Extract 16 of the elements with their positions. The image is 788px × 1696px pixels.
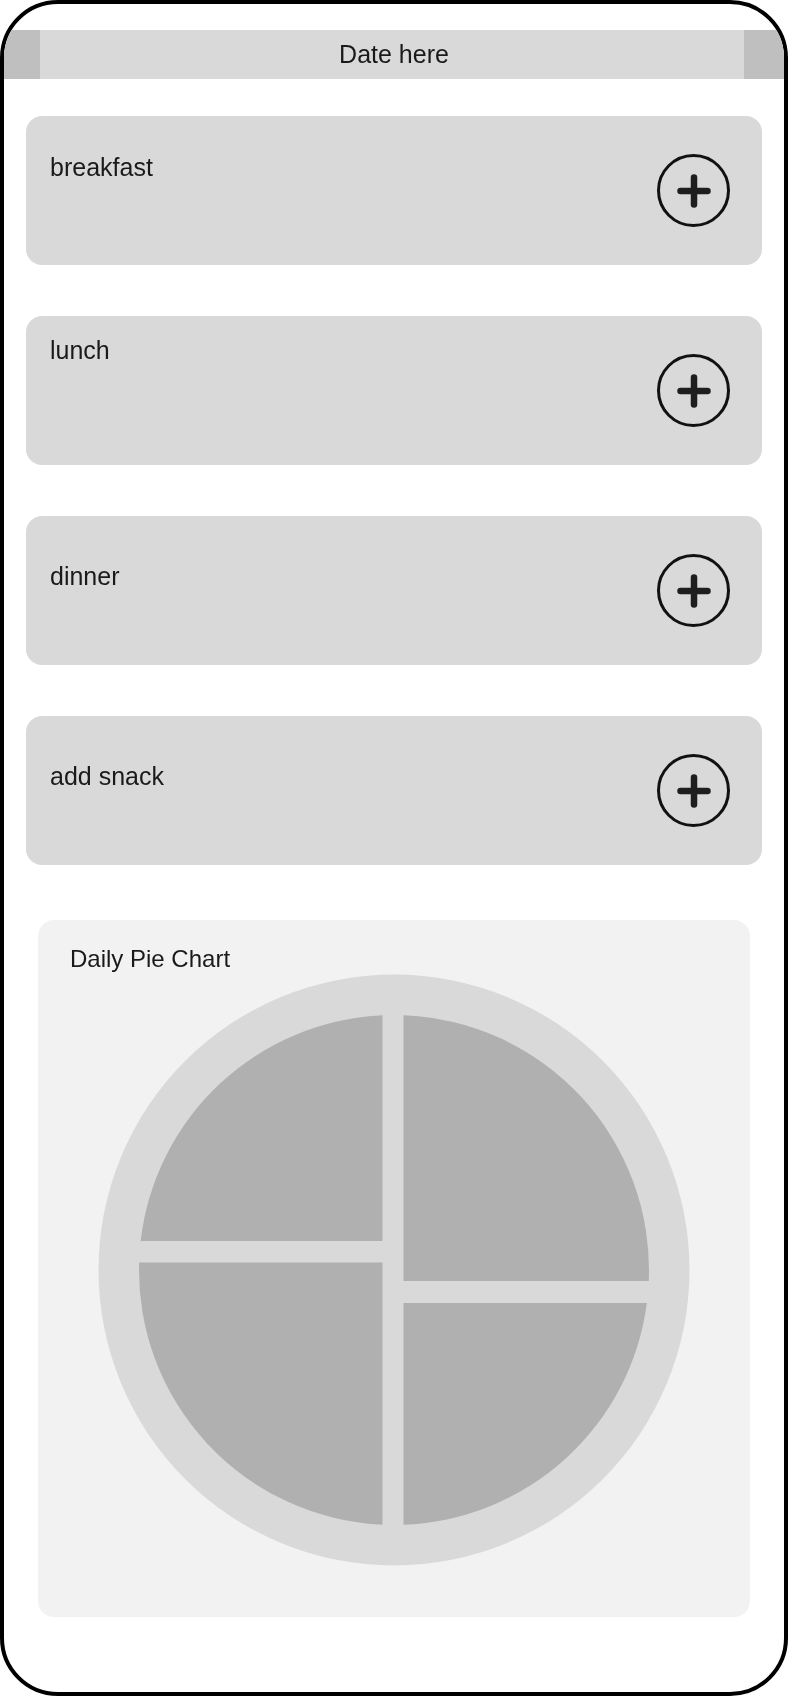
meal-label: lunch <box>50 335 110 365</box>
header-side-block <box>744 30 784 79</box>
add-button[interactable] <box>657 154 730 227</box>
meal-label: breakfast <box>50 152 153 182</box>
plus-icon <box>676 773 711 808</box>
meal-label: dinner <box>50 561 120 591</box>
pie-chart-title: Daily Pie Chart <box>70 946 231 972</box>
meal-label: add snack <box>50 761 164 791</box>
add-button[interactable] <box>657 354 730 427</box>
plus-icon <box>676 373 711 408</box>
plus-icon <box>676 173 711 208</box>
header-side-block <box>4 30 40 79</box>
add-button[interactable] <box>657 754 730 827</box>
add-button[interactable] <box>657 554 730 627</box>
date-label: Date here <box>338 39 450 70</box>
plus-icon <box>676 573 711 608</box>
